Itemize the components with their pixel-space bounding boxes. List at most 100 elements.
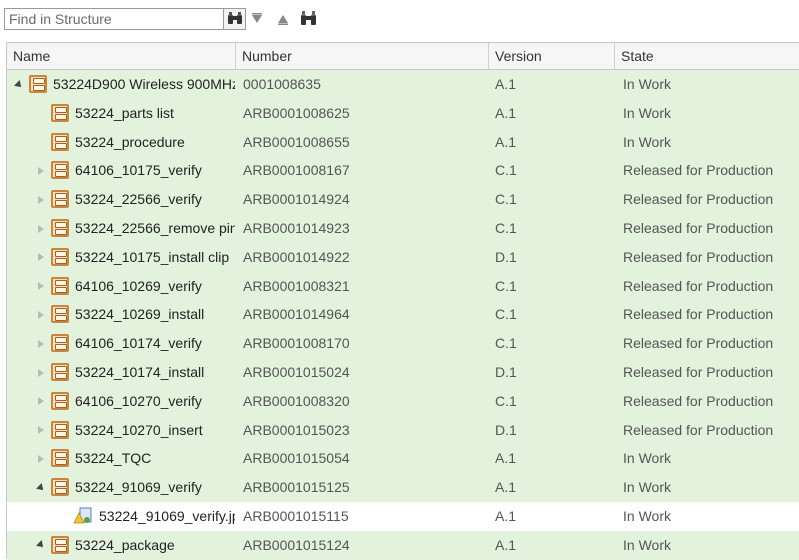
- find-in-structure-search: [4, 8, 246, 30]
- row-number: ARB0001014924: [243, 191, 350, 208]
- table-row[interactable]: 53224_parts list ARB0001008625 A.1 In Work: [7, 98, 799, 128]
- name-cell: 53224_package: [7, 531, 235, 560]
- collapsed-arrow-icon[interactable]: [35, 329, 47, 358]
- collapsed-arrow-icon[interactable]: [35, 272, 47, 301]
- row-state: Released for Production: [623, 248, 774, 265]
- row-number: ARB0001014923: [243, 220, 350, 236]
- triangle-icon: [38, 253, 44, 262]
- filter-down-icon[interactable]: [248, 11, 266, 27]
- triangle-icon: [14, 79, 24, 90]
- part-icon: [51, 219, 69, 237]
- row-version: A.1: [495, 104, 517, 121]
- name-cell: 53224_10269_install: [7, 300, 235, 329]
- table-row[interactable]: 53224_91069_verify ARB0001015125 A.1 In Wor…: [7, 473, 799, 503]
- table-row[interactable]: 53224_10175_install clip ARB0001014922 D.1…: [7, 242, 799, 272]
- table-row[interactable]: 53224_TQC ARB0001015054 A.1 In Work: [7, 444, 799, 474]
- collapsed-arrow-icon[interactable]: [35, 214, 47, 243]
- table-row[interactable]: 53224_22566_remove pin ARB0001014923 C.1 Re…: [7, 214, 799, 243]
- row-number: ARB0001014922: [243, 248, 350, 265]
- row-version: D.1: [495, 248, 517, 265]
- row-name[interactable]: 53224_procedure: [75, 128, 185, 157]
- row-name[interactable]: 64106_10269_verify: [75, 272, 202, 301]
- row-number: ARB0001008655: [243, 133, 350, 150]
- row-state: In Work: [623, 76, 671, 92]
- collapsed-arrow-icon[interactable]: [35, 358, 47, 387]
- row-name[interactable]: 53224_parts list: [75, 99, 174, 128]
- table-row[interactable]: 53224D900 Wireless 900MHz 0001008635 A.1 In…: [7, 70, 799, 99]
- name-cell: 53224_10270_insert: [7, 416, 235, 445]
- row-name[interactable]: 53224_91069_verify.jpg: [99, 502, 235, 531]
- name-cell: 53224_22566_remove pin: [7, 214, 235, 243]
- row-name[interactable]: 53224_10269_install: [75, 300, 204, 329]
- table-row[interactable]: 53224_10269_install ARB0001014964 C.1 Relea…: [7, 300, 799, 330]
- part-icon: [51, 247, 69, 266]
- binoculars-icon: [227, 12, 242, 24]
- collapsed-arrow-icon[interactable]: [35, 444, 47, 473]
- column-header-name[interactable]: Name: [7, 43, 236, 69]
- collapsed-arrow-icon[interactable]: [35, 156, 47, 185]
- row-state: Released for Production: [623, 277, 774, 294]
- table-row[interactable]: 64106_10174_verify ARB0001008170 C.1 Releas…: [7, 329, 799, 359]
- table-row[interactable]: 53224_10270_insert ARB0001015023 D.1 Releas…: [7, 415, 799, 445]
- row-name[interactable]: 53224_package: [75, 531, 175, 560]
- name-cell: 64106_10175_verify: [7, 156, 235, 185]
- collapsed-arrow-icon[interactable]: [35, 243, 47, 272]
- row-name[interactable]: 53224_10270_insert: [75, 416, 203, 445]
- table-row[interactable]: 64106_10270_verify ARB0001008320 C.1 Releas…: [7, 386, 799, 416]
- collapsed-arrow-icon[interactable]: [35, 387, 47, 416]
- collapsed-arrow-icon[interactable]: [35, 300, 47, 329]
- triangle-icon: [38, 224, 44, 233]
- row-version: C.1: [495, 335, 517, 352]
- row-state: Released for Production: [623, 364, 774, 380]
- name-cell: 53224_91069_verify: [7, 473, 235, 502]
- expanded-arrow-icon[interactable]: [35, 473, 47, 502]
- row-name[interactable]: 64106_10174_verify: [75, 329, 202, 358]
- row-name[interactable]: 53224_TQC: [75, 444, 151, 473]
- part-icon: [51, 190, 69, 209]
- row-number: ARB0001015024: [243, 364, 350, 380]
- expanded-arrow-icon[interactable]: [35, 531, 47, 560]
- row-state: In Work: [623, 450, 671, 467]
- search-input[interactable]: [5, 9, 223, 29]
- row-number: ARB0001015054: [243, 450, 350, 467]
- part-icon: [51, 305, 69, 324]
- column-header-number[interactable]: Number: [236, 43, 489, 69]
- table-row[interactable]: 53224_package ARB0001015124 A.1 In Work: [7, 530, 799, 560]
- triangle-icon: [36, 482, 46, 493]
- part-icon: [51, 103, 69, 122]
- row-name[interactable]: 53224_91069_verify: [75, 473, 202, 502]
- collapsed-arrow-icon[interactable]: [35, 416, 47, 445]
- row-version: D.1: [495, 421, 517, 438]
- filter-up-icon[interactable]: [274, 11, 292, 27]
- column-header-state[interactable]: State: [615, 43, 799, 69]
- table-row[interactable]: 64106_10175_verify ARB0001008167 C.1 Releas…: [7, 156, 799, 186]
- table-row[interactable]: 53224_91069_verify.jpg ARB0001015115 A.1 In…: [7, 502, 799, 531]
- find-button[interactable]: [223, 9, 245, 29]
- table-row[interactable]: 53224_22566_verify ARB0001014924 C.1 Releas…: [7, 185, 799, 215]
- row-state: Released for Production: [623, 421, 774, 438]
- part-icon: [51, 535, 69, 554]
- row-number: ARB0001015115: [243, 508, 349, 524]
- row-name[interactable]: 64106_10270_verify: [75, 387, 202, 416]
- row-name[interactable]: 53224_22566_remove pin: [75, 214, 235, 243]
- row-name[interactable]: 53224D900 Wireless 900MHz: [53, 70, 235, 99]
- row-name[interactable]: 53224_10175_install clip: [75, 243, 229, 272]
- row-state: Released for Production: [623, 335, 774, 352]
- collapsed-arrow-icon[interactable]: [35, 185, 47, 214]
- row-state: Released for Production: [623, 220, 774, 236]
- column-header-version[interactable]: Version: [489, 43, 615, 69]
- table-row[interactable]: 64106_10269_verify ARB0001008321 C.1 Releas…: [7, 271, 799, 301]
- name-cell: 53224_10174_install: [7, 358, 235, 387]
- expanded-arrow-icon[interactable]: [13, 70, 25, 99]
- row-number: 0001008635: [243, 76, 321, 92]
- table-row[interactable]: 53224_10174_install ARB0001015024 D.1 Relea…: [7, 358, 799, 387]
- table-row[interactable]: 53224_procedure ARB0001008655 A.1 In Work: [7, 127, 799, 157]
- part-icon: [51, 420, 69, 439]
- binoculars-multi-icon[interactable]: [300, 11, 318, 27]
- row-name[interactable]: 53224_10174_install: [75, 358, 204, 387]
- row-name[interactable]: 53224_22566_verify: [75, 185, 202, 214]
- row-state: In Work: [623, 536, 671, 553]
- row-number: ARB0001008321: [243, 277, 350, 294]
- row-number: ARB0001015125: [243, 479, 350, 496]
- row-name[interactable]: 64106_10175_verify: [75, 156, 202, 185]
